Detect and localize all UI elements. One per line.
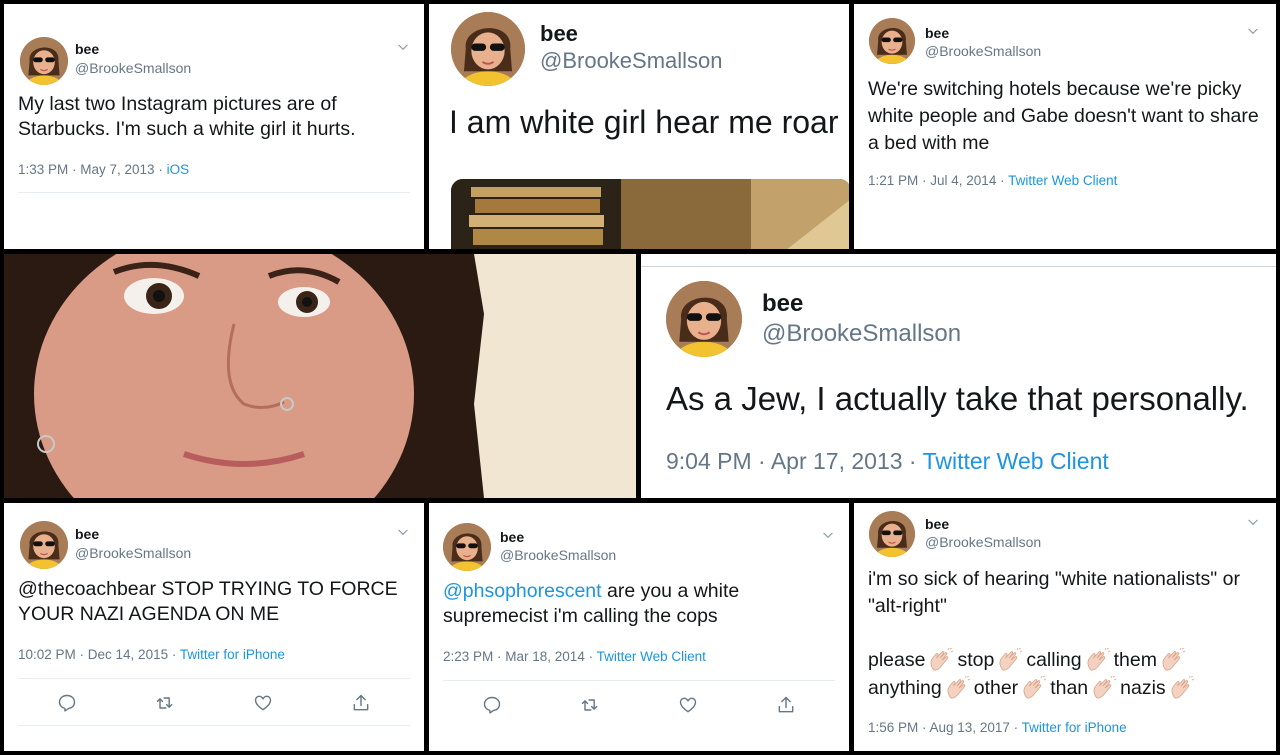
clapping-hands-icon — [1160, 648, 1186, 672]
display-name[interactable]: bee — [75, 41, 99, 57]
reply-icon[interactable] — [56, 692, 78, 714]
clapping-hands-icon — [928, 648, 954, 672]
tweet-source-link[interactable]: Twitter for iPhone — [1022, 720, 1127, 735]
tweet-card-3: bee @BrookeSmallson We're switching hote… — [854, 4, 1276, 249]
clapping-hands-icon — [997, 648, 1023, 672]
clap-word: calling — [1026, 649, 1082, 671]
clapping-hands-icon — [1021, 676, 1047, 700]
chevron-down-icon[interactable] — [1246, 515, 1260, 529]
tweet-card-2: bee @BrookeSmallson I am white girl hear… — [429, 4, 849, 249]
tweet-card-6: bee @BrookeSmallson @phsophorescent are … — [429, 503, 849, 751]
tweet-timestamp: 9:04 PM · Apr 17, 2013 · — [666, 448, 923, 474]
avatar[interactable] — [666, 281, 742, 357]
user-handle[interactable]: @BrookeSmallson — [75, 60, 191, 76]
tweet-source-link[interactable]: iOS — [167, 162, 190, 177]
clap-word: other — [973, 677, 1019, 699]
tweet-text: My last two Instagram pictures are of St… — [18, 93, 356, 140]
divider — [18, 678, 410, 679]
share-icon[interactable] — [350, 692, 372, 714]
display-name[interactable]: bee — [925, 516, 949, 532]
avatar[interactable] — [443, 523, 491, 571]
tweet-timestamp: 10:02 PM · Dec 14, 2015 · — [18, 647, 180, 662]
avatar[interactable] — [869, 511, 915, 557]
tweet-meta: 1:56 PM · Aug 13, 2017 · Twitter for iPh… — [868, 720, 1127, 735]
tweet-text: i'm so sick of hearing "white nationalis… — [868, 568, 1240, 617]
avatar[interactable] — [20, 521, 68, 569]
clap-word: anything — [868, 677, 942, 699]
tweet-photo[interactable] — [451, 179, 849, 249]
clapping-hands-icon — [1085, 648, 1111, 672]
tweet-timestamp: 1:21 PM · Jul 4, 2014 · — [868, 173, 1009, 188]
avatar[interactable] — [869, 18, 915, 64]
tweet-text: @phsophorescent are you a white supremec… — [443, 579, 843, 629]
clapping-hands-icon — [1091, 676, 1117, 700]
avatar[interactable] — [451, 12, 525, 86]
user-handle[interactable]: @BrookeSmallson — [540, 48, 723, 74]
heart-icon[interactable] — [677, 694, 699, 716]
tweet-card-4: bee @BrookeSmallson As a Jew, I actually… — [641, 254, 1276, 498]
user-handle[interactable]: @BrookeSmallson — [925, 43, 1041, 59]
user-handle[interactable]: @BrookeSmallson — [75, 545, 191, 561]
bookshelf-photo — [451, 179, 849, 249]
chevron-down-icon[interactable] — [396, 525, 410, 539]
divider — [443, 680, 835, 681]
display-name[interactable]: bee — [500, 529, 524, 545]
clap-word: stop — [957, 649, 995, 671]
tweet-source-link[interactable]: Twitter Web Client — [597, 649, 706, 664]
display-name[interactable]: bee — [540, 21, 578, 47]
retweet-icon[interactable] — [154, 692, 176, 714]
tweet-meta: 10:02 PM · Dec 14, 2015 · Twitter for iP… — [18, 647, 285, 662]
chevron-down-icon[interactable] — [821, 528, 835, 542]
tweet-meta: 2:23 PM · Mar 18, 2014 · Twitter Web Cli… — [443, 649, 706, 664]
chevron-down-icon[interactable] — [1246, 24, 1260, 38]
avatar[interactable] — [20, 37, 68, 85]
clap-word: please — [868, 649, 926, 671]
tweet-source-link[interactable]: Twitter Web Client — [923, 448, 1109, 474]
face-photo — [4, 254, 636, 498]
tweet-actions — [18, 692, 410, 714]
tweet-source-link[interactable]: Twitter Web Client — [1008, 173, 1117, 188]
clap-line-2: anything other than nazis — [868, 676, 1268, 701]
retweet-icon[interactable] — [579, 694, 601, 716]
tweet-timestamp: 1:56 PM · Aug 13, 2017 · — [868, 720, 1022, 735]
tweet-meta: 9:04 PM · Apr 17, 2013 · Twitter Web Cli… — [666, 448, 1109, 475]
user-handle[interactable]: @BrookeSmallson — [925, 534, 1041, 550]
tweet-meta: 1:21 PM · Jul 4, 2014 · Twitter Web Clie… — [868, 173, 1117, 188]
tweet-card-7: bee @BrookeSmallson i'm so sick of heari… — [854, 503, 1276, 751]
reply-icon[interactable] — [481, 694, 503, 716]
clap-word: than — [1050, 677, 1089, 699]
tweet-text: We're switching hotels because we're pic… — [868, 78, 1259, 154]
tweet-text: I am white girl hear me roar — [449, 104, 839, 140]
display-name[interactable]: bee — [925, 25, 949, 41]
clap-word: nazis — [1120, 677, 1166, 699]
clap-line-1: please stop calling them — [868, 648, 1268, 673]
user-handle[interactable]: @BrookeSmallson — [500, 547, 616, 563]
portrait-photo — [4, 254, 636, 498]
tweet-text: As a Jew, I actually take that personall… — [666, 380, 1249, 417]
tweet-actions — [443, 694, 835, 716]
divider — [18, 725, 410, 726]
chevron-down-icon[interactable] — [396, 40, 410, 54]
tweet-meta: 1:33 PM · May 7, 2013 · iOS — [18, 162, 189, 177]
tweet-card-1: bee @BrookeSmallson My last two Instagra… — [4, 4, 424, 249]
divider — [641, 266, 1276, 267]
share-icon[interactable] — [775, 694, 797, 716]
heart-icon[interactable] — [252, 692, 274, 714]
clapping-hands-icon — [945, 676, 971, 700]
display-name[interactable]: bee — [762, 290, 803, 318]
tweet-source-link[interactable]: Twitter for iPhone — [180, 647, 285, 662]
tweet-timestamp: 2:23 PM · Mar 18, 2014 · — [443, 649, 597, 664]
tweet-text: @thecoachbear STOP TRYING TO FORCE YOUR … — [18, 578, 398, 625]
tweet-card-5: bee @BrookeSmallson @thecoachbear STOP T… — [4, 503, 424, 751]
divider — [18, 192, 410, 193]
mention-link[interactable]: @phsophorescent — [443, 580, 602, 602]
user-handle[interactable]: @BrookeSmallson — [762, 320, 961, 348]
display-name[interactable]: bee — [75, 526, 99, 542]
clapping-hands-icon — [1169, 676, 1195, 700]
tweet-timestamp: 1:33 PM · May 7, 2013 · — [18, 162, 167, 177]
clap-word: them — [1113, 649, 1157, 671]
